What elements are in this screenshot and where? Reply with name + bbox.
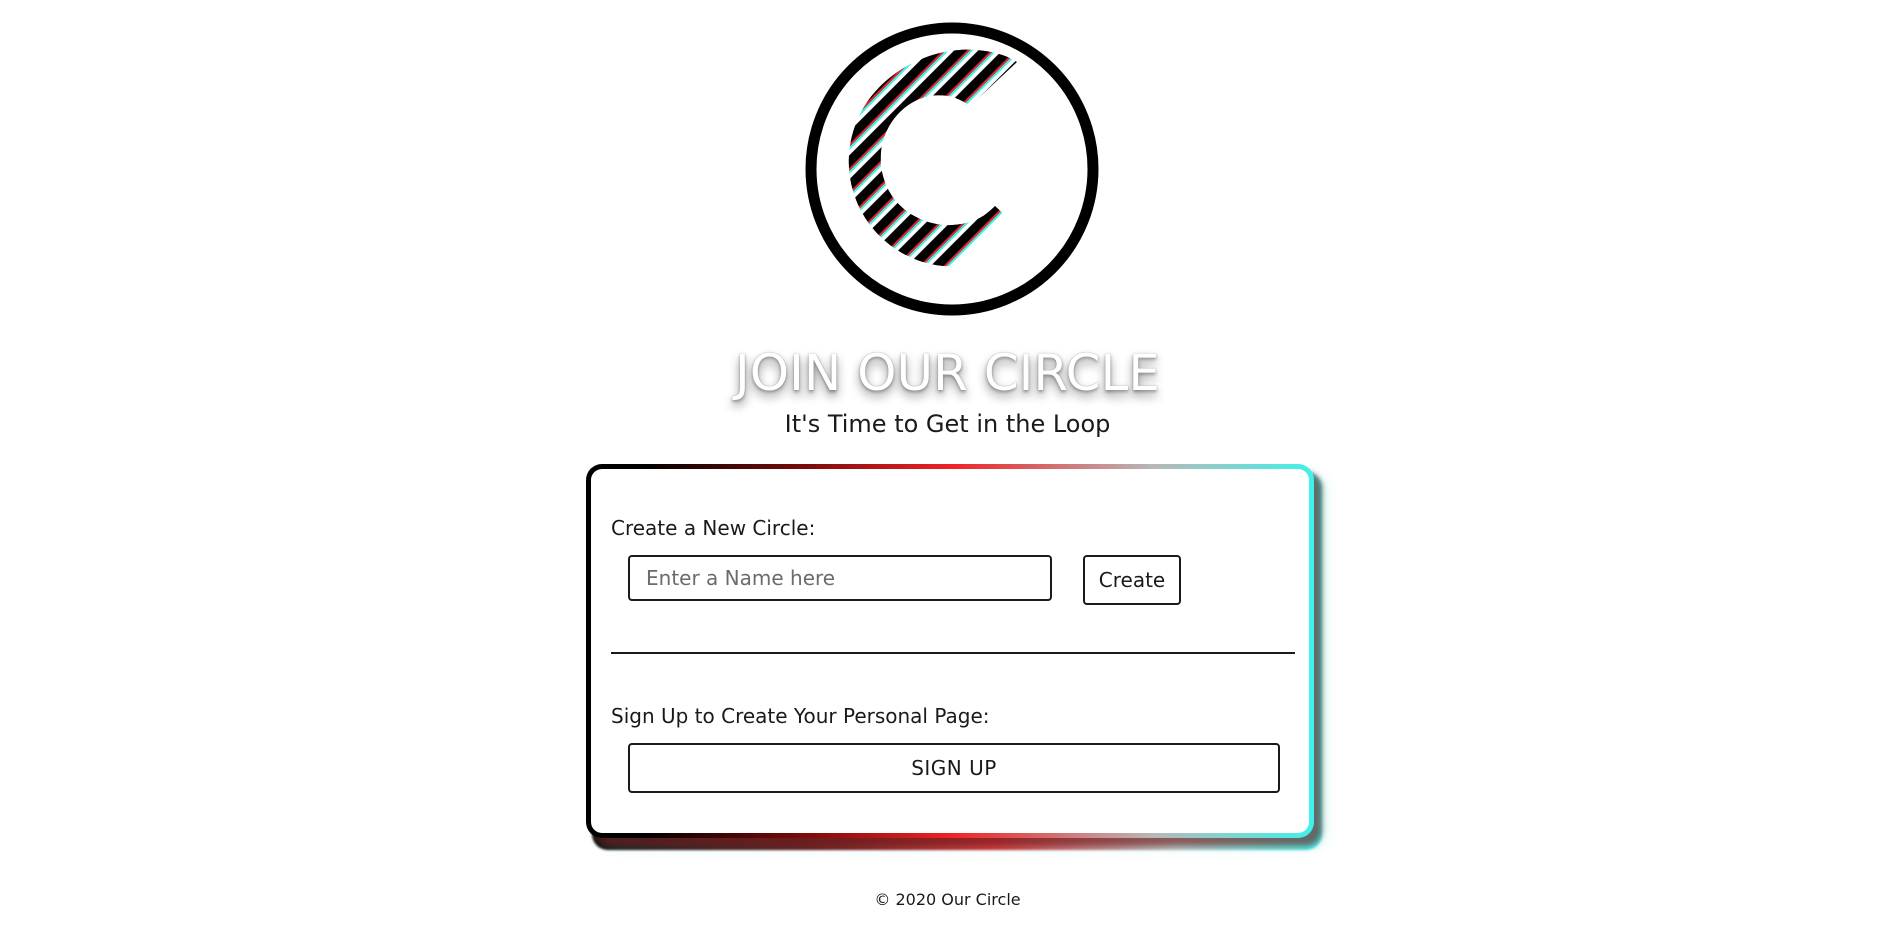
circle-name-input[interactable]	[628, 555, 1052, 601]
footer-copyright: © 2020 Our Circle	[874, 890, 1021, 909]
create-circle-label: Create a New Circle:	[611, 516, 816, 540]
page-title: JOIN OUR CIRCLE	[735, 344, 1160, 402]
create-button[interactable]: Create	[1083, 555, 1181, 605]
divider	[611, 652, 1295, 654]
page: JOIN OUR CIRCLE It's Time to Get in the …	[0, 0, 1895, 929]
signup-label: Sign Up to Create Your Personal Page:	[611, 704, 990, 728]
join-card: Create a New Circle: Create Sign Up to C…	[586, 464, 1314, 838]
signup-button[interactable]: SIGN UP	[628, 743, 1280, 793]
our-circle-logo-icon	[805, 22, 1099, 316]
page-subtitle: It's Time to Get in the Loop	[784, 410, 1111, 438]
